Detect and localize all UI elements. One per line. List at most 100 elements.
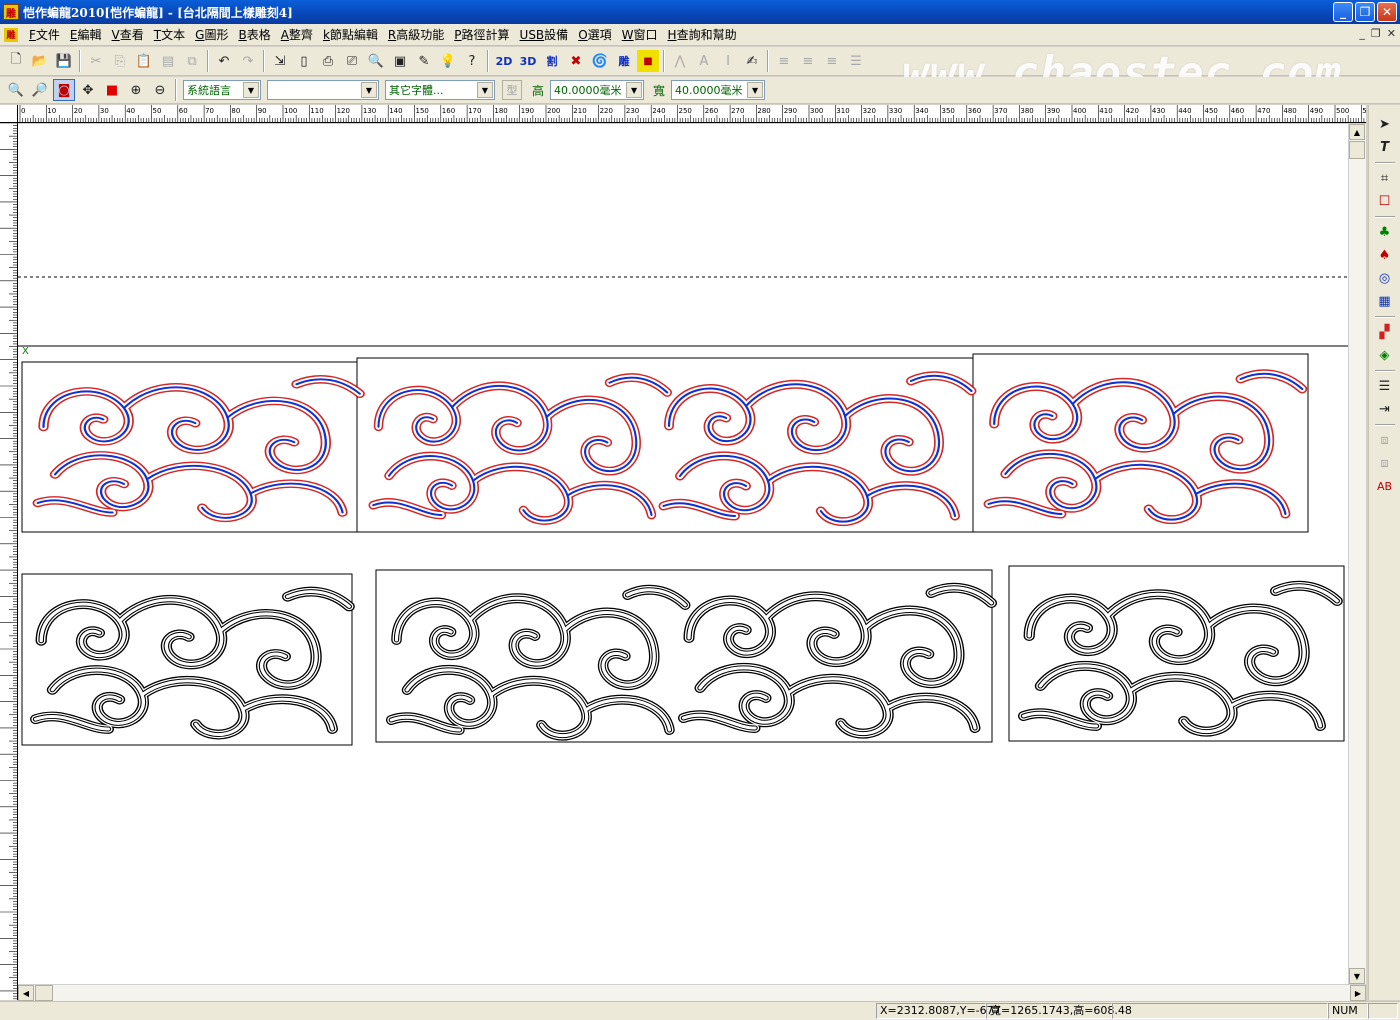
chevron-down-icon[interactable]: ▼ bbox=[626, 82, 643, 98]
align-left-icon[interactable]: ≡ bbox=[773, 50, 795, 72]
vertical-ruler[interactable] bbox=[0, 123, 18, 1000]
zoom-fit-icon[interactable]: ◙ bbox=[53, 79, 75, 101]
menu-help[interactable]: H查詢和幫助 bbox=[663, 25, 742, 45]
app-icon[interactable]: 雕 bbox=[3, 4, 19, 20]
drawing-canvas[interactable]: X bbox=[18, 124, 1348, 984]
chevron-down-icon[interactable]: ▼ bbox=[361, 82, 377, 98]
cherry-tool-icon[interactable]: ♠ bbox=[1374, 245, 1396, 266]
fill-bucket-icon[interactable]: ◈ bbox=[1374, 345, 1396, 366]
import-icon[interactable]: ⇲ bbox=[269, 50, 291, 72]
scroll-down-button[interactable]: ▼ bbox=[1349, 968, 1365, 984]
zoom-region-icon[interactable]: ⊕ bbox=[125, 79, 147, 101]
chevron-down-icon[interactable]: ▼ bbox=[477, 82, 493, 98]
zoom-in-icon[interactable]: 🔎 bbox=[29, 79, 51, 101]
maximize-button[interactable]: ❐ bbox=[1355, 2, 1375, 22]
rectangle-tool-icon[interactable]: ☐ bbox=[1374, 191, 1396, 212]
edit-text-icon[interactable]: ✍ bbox=[741, 50, 763, 72]
menu-table[interactable]: B表格 bbox=[233, 25, 275, 45]
menu-align[interactable]: A整齊 bbox=[276, 25, 318, 45]
undo-icon[interactable]: ↶ bbox=[213, 50, 235, 72]
copy-icon[interactable]: ⎘ bbox=[109, 50, 131, 72]
redo-icon[interactable]: ↷ bbox=[237, 50, 259, 72]
shape-combine-icon[interactable]: ◎ bbox=[1374, 268, 1396, 289]
document-icon[interactable]: 雕 bbox=[4, 27, 18, 42]
vertical-scroll-thumb[interactable] bbox=[1349, 141, 1365, 159]
help-icon[interactable]: ? bbox=[461, 50, 483, 72]
vertical-scrollbar[interactable]: ▲ ▼ bbox=[1348, 124, 1366, 984]
horizontal-scroll-thumb[interactable] bbox=[35, 985, 53, 1001]
output-icon[interactable]: ⎚ bbox=[341, 50, 363, 72]
menu-window[interactable]: W窗口 bbox=[617, 25, 663, 45]
layer-up-icon[interactable]: ⧈ bbox=[1374, 430, 1396, 451]
scroll-right-button[interactable]: ▶ bbox=[1350, 985, 1366, 1001]
pen-icon[interactable]: ✎ bbox=[413, 50, 435, 72]
shapes-tool-icon[interactable]: ♣ bbox=[1374, 222, 1396, 243]
scroll-left-button[interactable]: ◀ bbox=[18, 985, 34, 1001]
menu-usb-device[interactable]: USB設備 bbox=[515, 25, 574, 45]
align-center-icon[interactable]: ≡ bbox=[797, 50, 819, 72]
table-tool-icon[interactable]: ▦ bbox=[1374, 291, 1396, 312]
cut-button[interactable]: 割 bbox=[541, 50, 563, 72]
menu-view[interactable]: V查看 bbox=[107, 25, 149, 45]
save-icon[interactable]: 💾 bbox=[53, 50, 75, 72]
menu-file[interactable]: F文件 bbox=[24, 25, 65, 45]
3d-button[interactable]: 3D bbox=[517, 50, 539, 72]
chevron-down-icon[interactable]: ▼ bbox=[747, 82, 764, 98]
print-icon[interactable]: ⎙ bbox=[317, 50, 339, 72]
preview-icon[interactable]: 🔍 bbox=[365, 50, 387, 72]
chevron-down-icon[interactable]: ▼ bbox=[243, 82, 259, 98]
font-select[interactable]: ▼ bbox=[267, 80, 379, 100]
horizontal-ruler[interactable]: 0 10 20 30 40 50 60 70 80 90 100 110 120 130 140 150 160… bbox=[18, 105, 1366, 123]
lightbulb-icon[interactable]: 💡 bbox=[437, 50, 459, 72]
align-right-icon[interactable]: ≡ bbox=[821, 50, 843, 72]
paste-icon[interactable]: 📋 bbox=[133, 50, 155, 72]
width-input[interactable]: 40.0000毫米 ▼ bbox=[671, 80, 766, 100]
language-select[interactable]: 系統語言 ▼ bbox=[183, 80, 261, 100]
menu-advanced[interactable]: R高級功能 bbox=[383, 25, 449, 45]
mdi-minimize-button[interactable]: _ bbox=[1359, 27, 1365, 40]
menu-graphics[interactable]: G圖形 bbox=[190, 25, 233, 45]
menu-node-edit[interactable]: k節點編輯 bbox=[318, 25, 383, 45]
type-button[interactable]: 型 bbox=[502, 80, 522, 100]
2d-button[interactable]: 2D bbox=[493, 50, 515, 72]
close-button[interactable]: ✕ bbox=[1377, 2, 1397, 22]
zoom-page-icon[interactable]: ⊖ bbox=[149, 79, 171, 101]
layer-down-icon[interactable]: ⧈ bbox=[1374, 453, 1396, 474]
new-file-icon[interactable]: 🗋 bbox=[5, 50, 27, 72]
horizontal-scrollbar[interactable]: ◀ ▶ bbox=[18, 984, 1366, 1001]
color-grid-icon[interactable]: ▞ bbox=[1374, 322, 1396, 343]
menu-options[interactable]: O選項 bbox=[573, 25, 616, 45]
color-swatch-icon[interactable]: ■ bbox=[637, 50, 659, 72]
italic-icon[interactable]: I bbox=[717, 50, 739, 72]
menu-text[interactable]: T文本 bbox=[149, 25, 190, 45]
export-icon[interactable]: ⇥ bbox=[1374, 399, 1396, 420]
select-arrow-icon[interactable]: ➤ bbox=[1374, 114, 1396, 135]
ab-text-icon[interactable]: AB bbox=[1374, 476, 1396, 497]
open-folder-icon[interactable]: 📂 bbox=[29, 50, 51, 72]
upper-carving-panel-group[interactable] bbox=[21, 353, 1309, 533]
menu-edit[interactable]: E編輯 bbox=[65, 25, 107, 45]
minimize-button[interactable]: _ bbox=[1333, 2, 1353, 22]
text-a-icon[interactable]: A bbox=[693, 50, 715, 72]
height-input[interactable]: 40.0000毫米 ▼ bbox=[550, 80, 645, 100]
page-setup-icon[interactable]: ▯ bbox=[293, 50, 315, 72]
paste-special-icon[interactable]: ▤ bbox=[157, 50, 179, 72]
node-edit-icon[interactable]: ⌗ bbox=[1374, 168, 1396, 189]
text-tool-icon[interactable]: T bbox=[1374, 137, 1396, 158]
carve-button[interactable]: 雕 bbox=[613, 50, 635, 72]
cross-icon[interactable]: ✖ bbox=[565, 50, 587, 72]
lower-carving-panel-group[interactable] bbox=[21, 565, 1345, 746]
align-justify-icon[interactable]: ☰ bbox=[845, 50, 867, 72]
text-block-icon[interactable]: ☰ bbox=[1374, 376, 1396, 397]
frame-icon[interactable]: ▣ bbox=[389, 50, 411, 72]
scroll-up-button[interactable]: ▲ bbox=[1349, 124, 1365, 140]
spiral-icon[interactable]: 🌀 bbox=[589, 50, 611, 72]
pan-icon[interactable]: ✥ bbox=[77, 79, 99, 101]
menu-path-calc[interactable]: P路徑計算 bbox=[449, 25, 514, 45]
cut-icon[interactable]: ✂ bbox=[85, 50, 107, 72]
font-type-select[interactable]: 其它字體... ▼ bbox=[385, 80, 495, 100]
path-icon[interactable]: ⋀ bbox=[669, 50, 691, 72]
fill-red-icon[interactable]: ■ bbox=[101, 79, 123, 101]
clone-icon[interactable]: ⧉ bbox=[181, 50, 203, 72]
mdi-close-button[interactable]: ✕ bbox=[1387, 27, 1396, 40]
